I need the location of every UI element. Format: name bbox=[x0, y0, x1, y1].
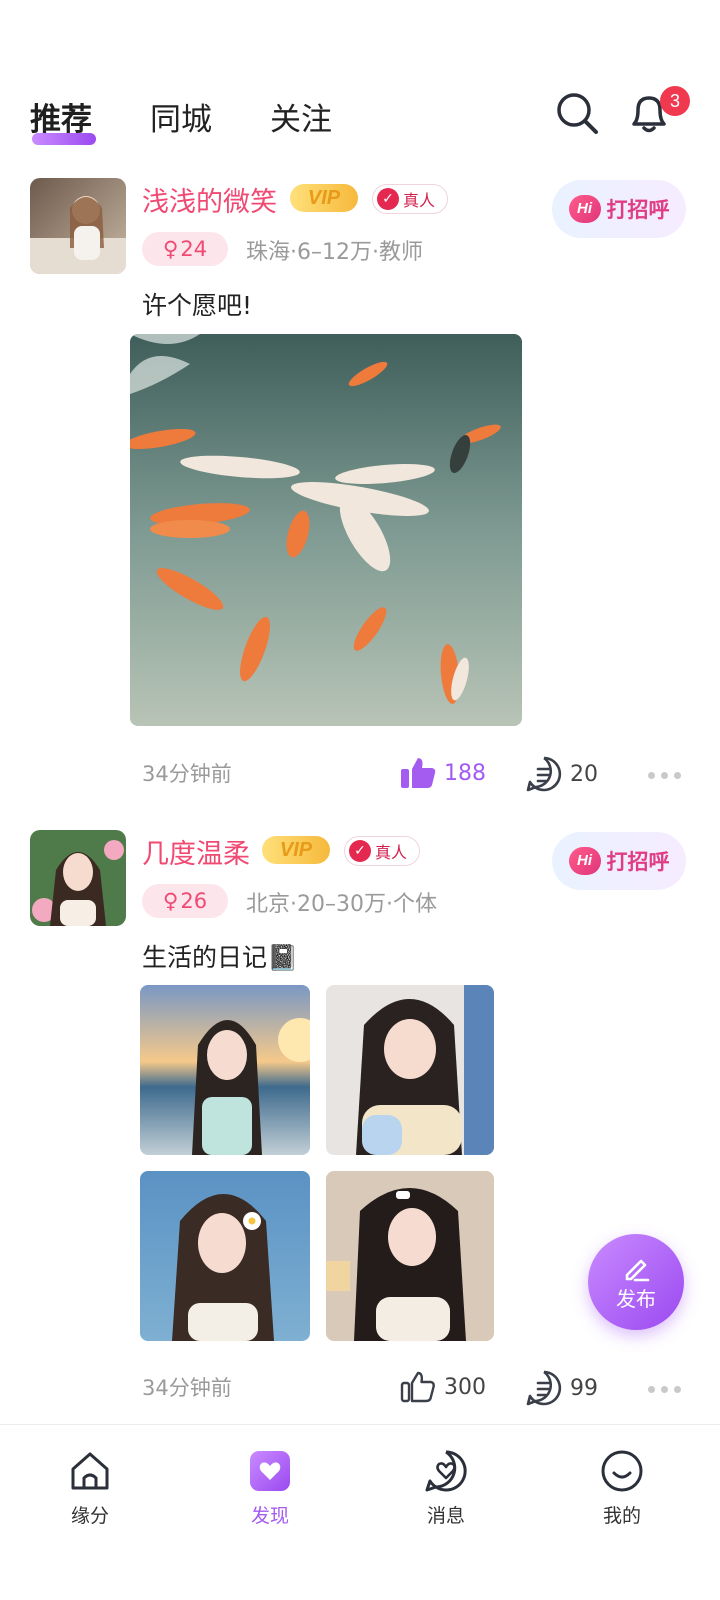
nav-label: 我的 bbox=[602, 1505, 641, 1527]
notification-badge: 3 bbox=[660, 86, 690, 116]
home-icon bbox=[71, 1452, 109, 1490]
age-value: 24 bbox=[180, 237, 208, 261]
comment-icon bbox=[526, 756, 562, 792]
more-dot-icon bbox=[674, 1386, 681, 1393]
publish-label: 发布 bbox=[616, 1286, 656, 1311]
greet-label: 打招呼 bbox=[606, 850, 670, 874]
koi-pond-image bbox=[130, 334, 522, 726]
smile-icon bbox=[601, 1450, 643, 1492]
like-count: 300 bbox=[444, 1374, 486, 1400]
post-time: 34分钟前 bbox=[142, 762, 232, 786]
nav-label: 发现 bbox=[250, 1505, 289, 1527]
nav-item-mine[interactable]: 我的 bbox=[562, 1449, 682, 1528]
more-options-button[interactable] bbox=[648, 1386, 681, 1393]
feed-post: 浅浅的微笑 VIP ✓ 真人 Hi 打招呼 ♀ 24 珠海·6–12万·教师 许个… bbox=[0, 178, 720, 798]
age-badge: ♀ 24 bbox=[142, 232, 228, 266]
more-dot-icon bbox=[674, 772, 681, 779]
indoor-portrait bbox=[326, 985, 494, 1155]
like-count: 188 bbox=[444, 760, 486, 786]
post-text: 许个愿吧! bbox=[142, 291, 253, 320]
tab-recommend-label: 推荐 bbox=[30, 102, 92, 138]
verified-badge: ✓ 真人 bbox=[372, 184, 449, 214]
discover-heart-icon bbox=[250, 1451, 290, 1491]
more-dot-icon bbox=[648, 1386, 655, 1393]
comment-count: 99 bbox=[570, 1375, 598, 1401]
tab-following[interactable]: 关注 bbox=[270, 94, 332, 139]
top-tab-bar: 推荐 同城 关注 3 bbox=[0, 80, 720, 160]
discover-feed-page: 推荐 同城 关注 3 浅浅的微笑 VIP ✓ 真人 Hi 打招呼 ♀ 24 珠海… bbox=[0, 0, 720, 1600]
verified-label: 真人 bbox=[403, 191, 436, 210]
thumbs-up-icon bbox=[400, 1371, 435, 1403]
verified-badge: ✓ 真人 bbox=[344, 836, 421, 866]
post-time: 34分钟前 bbox=[142, 1376, 232, 1400]
post-photo[interactable] bbox=[140, 985, 310, 1155]
verified-label: 真人 bbox=[375, 843, 408, 862]
nav-label: 缘分 bbox=[70, 1505, 109, 1527]
post-photo[interactable] bbox=[140, 1171, 310, 1341]
hi-icon: Hi bbox=[568, 195, 601, 223]
age-value: 26 bbox=[180, 889, 208, 913]
avatar-image bbox=[30, 178, 126, 274]
comment-count: 20 bbox=[570, 761, 598, 787]
comment-icon bbox=[526, 1370, 562, 1406]
more-dot-icon bbox=[661, 1386, 668, 1393]
message-heart-icon bbox=[425, 1450, 467, 1492]
more-dot-icon bbox=[648, 772, 655, 779]
username[interactable]: 几度温柔 bbox=[142, 832, 250, 871]
nav-item-discover[interactable]: 发现 bbox=[210, 1449, 330, 1528]
like-button[interactable]: 300 bbox=[400, 1370, 486, 1404]
bedroom-portrait bbox=[326, 1171, 494, 1341]
publish-button[interactable]: 发布 bbox=[588, 1234, 684, 1330]
vip-badge: VIP bbox=[290, 184, 358, 212]
tab-recommend[interactable]: 推荐 bbox=[30, 94, 96, 145]
more-options-button[interactable] bbox=[648, 772, 681, 779]
comment-button[interactable]: 99 bbox=[526, 1370, 598, 1406]
username[interactable]: 浅浅的微笑 bbox=[142, 180, 277, 219]
greet-label: 打招呼 bbox=[606, 198, 670, 222]
search-button[interactable] bbox=[554, 90, 604, 140]
thumbs-up-filled-icon bbox=[401, 758, 436, 788]
female-icon: ♀ bbox=[162, 889, 179, 913]
female-icon: ♀ bbox=[162, 237, 179, 261]
verified-check-icon: ✓ bbox=[377, 188, 399, 210]
avatar[interactable] bbox=[30, 178, 126, 274]
bottom-navigation: 缘分 发现 消息 我的 bbox=[0, 1424, 720, 1600]
post-text: 生活的日记📓 bbox=[142, 943, 299, 972]
post-photo[interactable] bbox=[326, 985, 494, 1155]
tab-same-city[interactable]: 同城 bbox=[150, 94, 212, 139]
search-icon bbox=[557, 93, 598, 134]
user-info: 珠海·6–12万·教师 bbox=[246, 240, 423, 265]
age-badge: ♀ 26 bbox=[142, 884, 228, 918]
post-photo[interactable] bbox=[130, 334, 522, 726]
nav-item-messages[interactable]: 消息 bbox=[386, 1449, 506, 1528]
hi-icon: Hi bbox=[568, 847, 601, 875]
feed-post: 几度温柔 VIP ✓ 真人 Hi 打招呼 ♀ 26 北京·20–30万·个体 生活… bbox=[0, 830, 720, 1420]
comment-button[interactable]: 20 bbox=[526, 756, 598, 792]
nav-label: 消息 bbox=[426, 1505, 465, 1527]
edit-pencil-icon bbox=[625, 1259, 650, 1281]
beach-sunset-portrait bbox=[140, 985, 310, 1155]
like-button[interactable]: 188 bbox=[400, 756, 486, 790]
seaside-flower-portrait bbox=[140, 1171, 310, 1341]
verified-check-icon: ✓ bbox=[349, 840, 371, 862]
more-dot-icon bbox=[661, 772, 668, 779]
avatar[interactable] bbox=[30, 830, 126, 926]
post-photo[interactable] bbox=[326, 1171, 494, 1341]
greet-button[interactable]: Hi 打招呼 bbox=[552, 832, 686, 890]
greet-button[interactable]: Hi 打招呼 bbox=[552, 180, 686, 238]
avatar-image bbox=[30, 830, 126, 926]
vip-badge: VIP bbox=[262, 836, 330, 864]
user-info: 北京·20–30万·个体 bbox=[246, 892, 437, 917]
nav-item-fate[interactable]: 缘分 bbox=[30, 1449, 150, 1528]
